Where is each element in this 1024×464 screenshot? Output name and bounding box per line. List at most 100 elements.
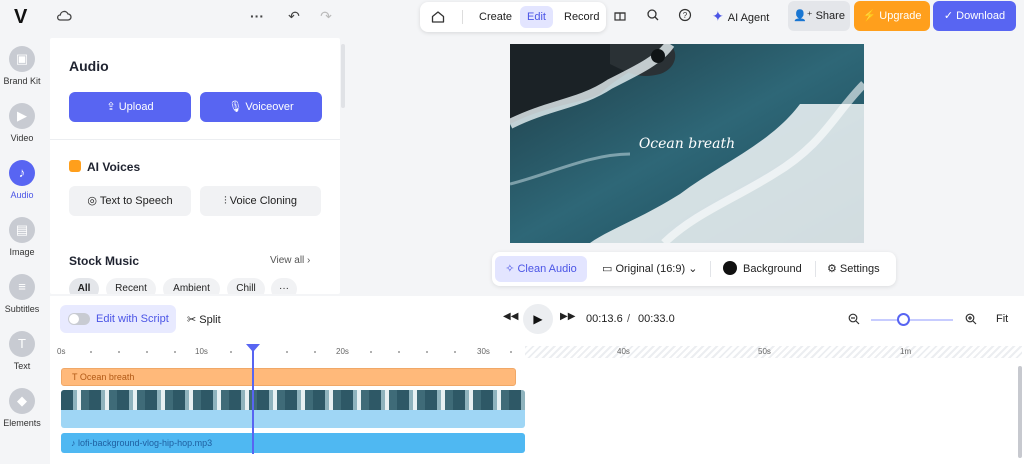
panel-title: Audio [69, 58, 109, 74]
microphone-icon: 🎙 [228, 101, 246, 113]
panel-scrollbar[interactable] [341, 44, 345, 108]
divider [710, 261, 711, 277]
zoom-in-icon[interactable] [964, 313, 978, 327]
background-button[interactable]: Background [723, 256, 802, 282]
ai-voices-label: AI Voices [87, 160, 141, 174]
voiceover-button[interactable]: 🎙 Voiceover [200, 92, 322, 122]
time-separator: / [627, 313, 631, 325]
upgrade-label: Upgrade [879, 10, 922, 22]
music-note-icon: ♪ [9, 160, 35, 186]
text-clip-label: Ocean breath [79, 372, 135, 382]
chip-recent[interactable]: Recent [106, 278, 156, 294]
rail-label: Brand Kit [3, 76, 41, 86]
help-icon[interactable]: ? [677, 8, 693, 24]
rail-item-text[interactable]: T Text [0, 323, 44, 377]
chip-all[interactable]: All [69, 278, 99, 294]
ruler-tick [118, 351, 120, 353]
download-button[interactable]: ✓ Download [933, 1, 1016, 31]
toggle-switch[interactable] [68, 313, 90, 325]
check-icon: ✓ [943, 10, 957, 22]
chevron-right-icon: › [304, 255, 311, 266]
undo-icon[interactable]: ↶ [286, 8, 302, 24]
chip-chill[interactable]: Chill [227, 278, 265, 294]
ai-agent-label: AI Agent [727, 12, 770, 24]
gear-icon: ⚙ [827, 263, 840, 275]
share-button[interactable]: 👤⁺ Share [788, 1, 850, 31]
ruler-tick [510, 351, 512, 353]
tab-create[interactable]: Create [472, 6, 519, 28]
zoom-out-icon[interactable] [847, 313, 861, 327]
divider [50, 139, 340, 140]
time-ruler[interactable]: 0s 10s 20s 30s 40s 50s 1m [50, 344, 1024, 358]
share-label: Share [815, 10, 845, 22]
view-all-link[interactable]: View all › [270, 255, 310, 266]
ai-badge-icon [69, 160, 81, 172]
rail-item-video[interactable]: ▶ Video [0, 95, 44, 149]
video-thumbnails [61, 390, 525, 410]
color-swatch-icon [723, 261, 737, 275]
redo-icon[interactable]: ↷ [318, 8, 334, 24]
rail-item-brand-kit[interactable]: ▣ Brand Kit [0, 38, 44, 92]
voice-cloning-label: Voice Cloning [229, 195, 298, 207]
play-button[interactable]: ▶ [523, 304, 553, 334]
app-logo[interactable]: V [14, 6, 27, 29]
rail-item-subtitles[interactable]: ≡ Subtitles [0, 266, 44, 320]
edit-with-script-toggle[interactable]: Edit with Script [60, 305, 176, 333]
fast-forward-icon[interactable]: ▶▶ [560, 310, 575, 324]
aspect-ratio-label: Original (16:9) [615, 263, 686, 275]
ruler-label: 20s [336, 347, 349, 356]
ruler-label: 40s [617, 347, 630, 356]
audio-clip[interactable]: ♪ lofi-background-vlog-hip-hop.mp3 [61, 433, 525, 453]
upgrade-button[interactable]: ⚡ Upgrade [854, 1, 930, 31]
chip-more[interactable]: ··· [271, 278, 297, 294]
playhead-handle[interactable] [246, 344, 260, 352]
lightning-icon: ⚡ [862, 10, 880, 22]
rail-label: Subtitles [4, 304, 40, 314]
divider [462, 10, 463, 24]
ai-agent-button[interactable]: ✦ AI Agent [712, 6, 769, 26]
chip-ambient[interactable]: Ambient [163, 278, 220, 294]
text-clip[interactable]: T Ocean breath [61, 368, 516, 386]
caption-text[interactable]: Ocean breath [510, 136, 864, 152]
rail-item-image[interactable]: ▤ Image [0, 209, 44, 263]
aspect-ratio-icon: ▭ [602, 263, 616, 275]
fit-button[interactable]: Fit [996, 313, 1008, 325]
rewind-icon[interactable]: ◀◀ [503, 310, 518, 324]
video-preview[interactable]: Ocean breath [510, 44, 864, 243]
ruler-tick [230, 351, 232, 353]
split-button[interactable]: ✂ Split [187, 313, 221, 326]
cloud-sync-icon[interactable] [56, 8, 72, 24]
video-clip[interactable] [61, 390, 525, 428]
voice-cloning-button[interactable]: ⫶ Voice Cloning [200, 186, 321, 216]
clean-audio-label: Clean Audio [517, 263, 577, 275]
ruler-tick [398, 351, 400, 353]
clean-audio-button[interactable]: ✧ Clean Audio [495, 256, 587, 282]
zoom-slider-handle[interactable] [897, 313, 911, 326]
timeline-scrollbar[interactable] [1018, 366, 1022, 458]
text-to-speech-button[interactable]: ◎ Text to Speech [69, 186, 191, 216]
upload-button[interactable]: ⇪ Upload [69, 92, 191, 122]
left-rail: ▣ Brand Kit ▶ Video ♪ Audio ▤ Image ≡ Su… [0, 38, 44, 464]
ruler-tick [314, 351, 316, 353]
home-icon[interactable] [430, 9, 446, 25]
more-options-icon[interactable]: ··· [249, 8, 265, 24]
audio-panel: Audio ⇪ Upload 🎙 Voiceover AI Voices ◎ T… [50, 38, 340, 294]
rail-item-elements[interactable]: ◆ Elements [0, 380, 44, 434]
svg-text:?: ? [683, 11, 688, 20]
ruler-tick [370, 351, 372, 353]
rail-label: Text [13, 361, 31, 371]
tab-edit[interactable]: Edit [520, 6, 553, 28]
playhead-line[interactable] [252, 344, 254, 454]
aspect-ratio-dropdown[interactable]: ▭ Original (16:9) ⌄ [602, 256, 697, 282]
gift-icon[interactable] [612, 8, 628, 24]
zoom-slider-track[interactable] [871, 319, 953, 321]
total-time: 00:33.0 [638, 313, 675, 325]
scissors-icon: ✂ [187, 314, 200, 326]
settings-button[interactable]: ⚙ Settings [827, 256, 880, 282]
rail-item-audio[interactable]: ♪ Audio [0, 152, 44, 206]
search-icon[interactable] [645, 8, 661, 24]
preview-toolbar: ✧ Clean Audio ▭ Original (16:9) ⌄ Backgr… [492, 252, 896, 286]
brand-kit-icon: ▣ [9, 46, 35, 72]
music-note-icon: ♪ [71, 438, 79, 448]
tab-record[interactable]: Record [557, 6, 606, 28]
